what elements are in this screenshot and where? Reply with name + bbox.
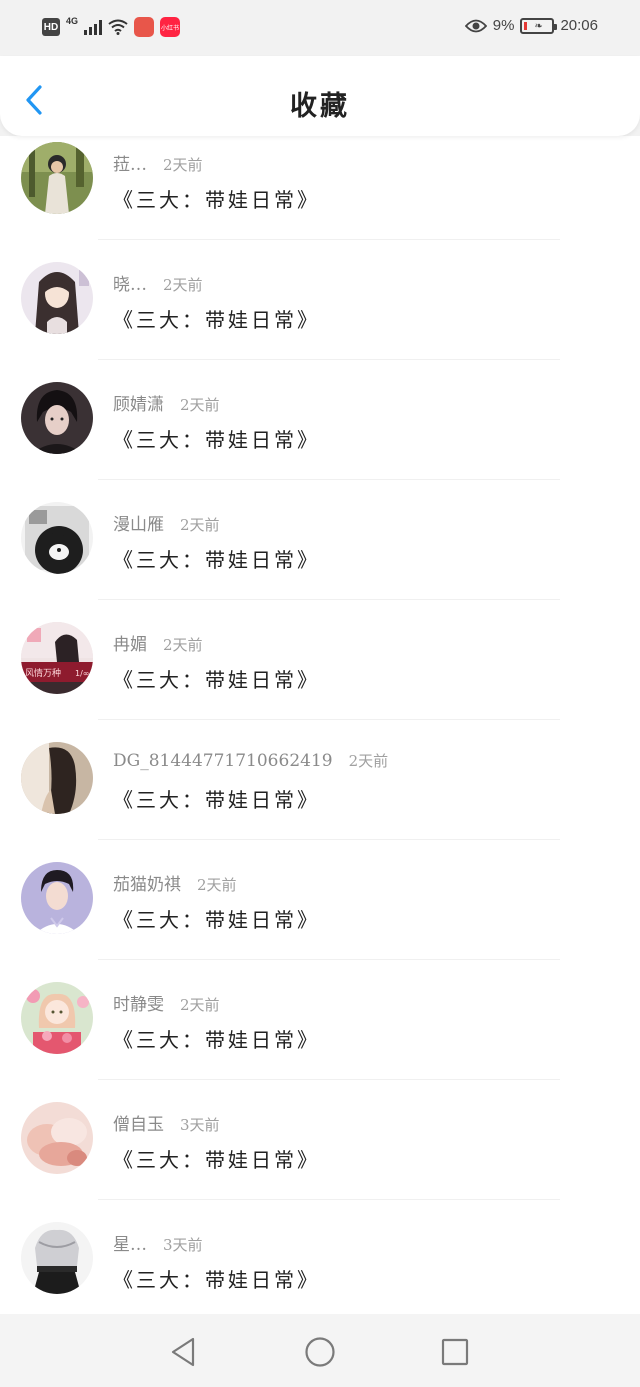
timestamp: 2天前 — [163, 156, 203, 174]
list-item[interactable]: 风情万种 1/∞ 冉媚 2天前 《三大：带娃日常》 — [0, 618, 640, 738]
username[interactable]: DG_81444771710662419 — [113, 751, 333, 771]
avatar[interactable] — [21, 1102, 93, 1174]
signal-icon — [84, 19, 103, 35]
wifi-icon — [108, 19, 128, 35]
item-meta: 顾婧潇 2天前 — [113, 390, 220, 415]
item-meta: 时静雯 2天前 — [113, 990, 220, 1015]
book-title[interactable]: 《三大：带娃日常》 — [113, 784, 320, 813]
item-meta: DG_81444771710662419 2天前 — [113, 750, 388, 771]
battery-icon: ❧ — [520, 17, 558, 34]
app-notification-icon — [134, 17, 155, 37]
item-meta: 冉媚 2天前 — [113, 630, 203, 655]
nav-back-button[interactable] — [163, 1332, 203, 1372]
divider — [98, 719, 560, 720]
item-meta: 漫山雁 2天前 — [113, 510, 220, 535]
username[interactable]: 僧自玉 — [113, 1110, 164, 1135]
book-title[interactable]: 《三大：带娃日常》 — [113, 184, 320, 213]
list-item[interactable]: 漫山雁 2天前 《三大：带娃日常》 — [0, 498, 640, 618]
header: 收藏 — [0, 56, 640, 136]
avatar[interactable]: 风情万种 1/∞ — [21, 622, 93, 694]
power-saving-leaf-icon: ❧ — [534, 20, 543, 32]
book-title[interactable]: 《三大：带娃日常》 — [113, 424, 320, 453]
username[interactable]: 顾婧潇 — [113, 390, 164, 415]
avatar[interactable] — [21, 502, 93, 574]
status-right: 9% ❧ 20:06 — [464, 17, 598, 34]
book-title[interactable]: 《三大：带娃日常》 — [113, 1264, 320, 1293]
item-meta: 晓… 2天前 — [113, 270, 203, 295]
nav-recents-button[interactable] — [435, 1332, 475, 1372]
avatar[interactable] — [21, 262, 93, 334]
status-bar: HD 4G 小红书 9% ❧ 20:06 — [0, 0, 640, 56]
list-item[interactable]: 茄猫奶祺 2天前 《三大：带娃日常》 — [0, 858, 640, 978]
divider — [98, 959, 560, 960]
page-title: 收藏 — [290, 91, 350, 122]
username[interactable]: 菈… — [113, 150, 147, 175]
timestamp: 3天前 — [180, 1116, 220, 1134]
book-title[interactable]: 《三大：带娃日常》 — [113, 664, 320, 693]
divider — [98, 1199, 560, 1200]
list-item[interactable]: DG_81444771710662419 2天前 《三大：带娃日常》 — [0, 738, 640, 858]
favorites-list: 菈… 2天前 《三大：带娃日常》 晓… 2天前 《三大：带娃日常》 顾婧潇 2天… — [0, 138, 640, 1338]
username[interactable]: 漫山雁 — [113, 510, 164, 535]
status-left: HD 4G 小红书 — [42, 16, 181, 37]
item-meta: 星… 3天前 — [113, 1230, 203, 1255]
book-title[interactable]: 《三大：带娃日常》 — [113, 1024, 320, 1053]
list-item[interactable]: 僧自玉 3天前 《三大：带娃日常》 — [0, 1098, 640, 1218]
username[interactable]: 时静雯 — [113, 990, 164, 1015]
item-meta: 僧自玉 3天前 — [113, 1110, 220, 1135]
timestamp: 2天前 — [348, 752, 389, 770]
header-card: 收藏 — [0, 56, 640, 136]
list-item[interactable]: 菈… 2天前 《三大：带娃日常》 — [0, 138, 640, 258]
clock: 20:06 — [560, 17, 598, 34]
avatar-page-indicator: 1/∞ — [75, 669, 89, 678]
item-meta: 茄猫奶祺 2天前 — [113, 870, 237, 895]
triangle-back-icon — [171, 1337, 195, 1367]
timestamp: 2天前 — [197, 876, 237, 894]
divider — [98, 599, 560, 600]
list-item[interactable]: 晓… 2天前 《三大：带娃日常》 — [0, 258, 640, 378]
divider — [98, 839, 560, 840]
circle-home-icon — [305, 1337, 335, 1367]
avatar[interactable] — [21, 862, 93, 934]
book-title[interactable]: 《三大：带娃日常》 — [113, 904, 320, 933]
list-item[interactable]: 顾婧潇 2天前 《三大：带娃日常》 — [0, 378, 640, 498]
avatar-caption: 风情万种 — [25, 667, 61, 679]
divider — [98, 359, 560, 360]
avatar[interactable] — [21, 742, 93, 814]
square-recents-icon — [441, 1338, 469, 1366]
battery-fill — [524, 21, 528, 30]
book-title[interactable]: 《三大：带娃日常》 — [113, 544, 320, 573]
timestamp: 2天前 — [180, 516, 220, 534]
timestamp: 2天前 — [163, 276, 203, 294]
timestamp: 2天前 — [180, 996, 220, 1014]
username[interactable]: 星… — [113, 1230, 147, 1255]
xiaohongshu-notification-icon: 小红书 — [160, 17, 181, 37]
timestamp: 2天前 — [180, 396, 220, 414]
divider — [98, 239, 560, 240]
network-type: 4G — [66, 16, 79, 26]
avatar[interactable] — [21, 382, 93, 454]
item-meta: 菈… 2天前 — [113, 150, 203, 175]
divider — [98, 479, 560, 480]
username[interactable]: 冉媚 — [113, 630, 147, 655]
avatar[interactable] — [21, 142, 93, 214]
book-title[interactable]: 《三大：带娃日常》 — [113, 1144, 320, 1173]
timestamp: 2天前 — [163, 636, 203, 654]
divider — [98, 1079, 560, 1080]
book-title[interactable]: 《三大：带娃日常》 — [113, 304, 320, 333]
username[interactable]: 茄猫奶祺 — [113, 870, 181, 895]
timestamp: 3天前 — [163, 1236, 203, 1254]
avatar[interactable] — [21, 1222, 93, 1294]
eye-icon — [464, 19, 487, 32]
list-item[interactable]: 时静雯 2天前 《三大：带娃日常》 — [0, 978, 640, 1098]
hd-indicator: HD — [42, 18, 60, 36]
system-nav-bar — [0, 1314, 640, 1387]
avatar[interactable] — [21, 982, 93, 1054]
username[interactable]: 晓… — [113, 270, 147, 295]
nav-home-button[interactable] — [300, 1332, 340, 1372]
battery-percent: 9% — [492, 17, 515, 34]
